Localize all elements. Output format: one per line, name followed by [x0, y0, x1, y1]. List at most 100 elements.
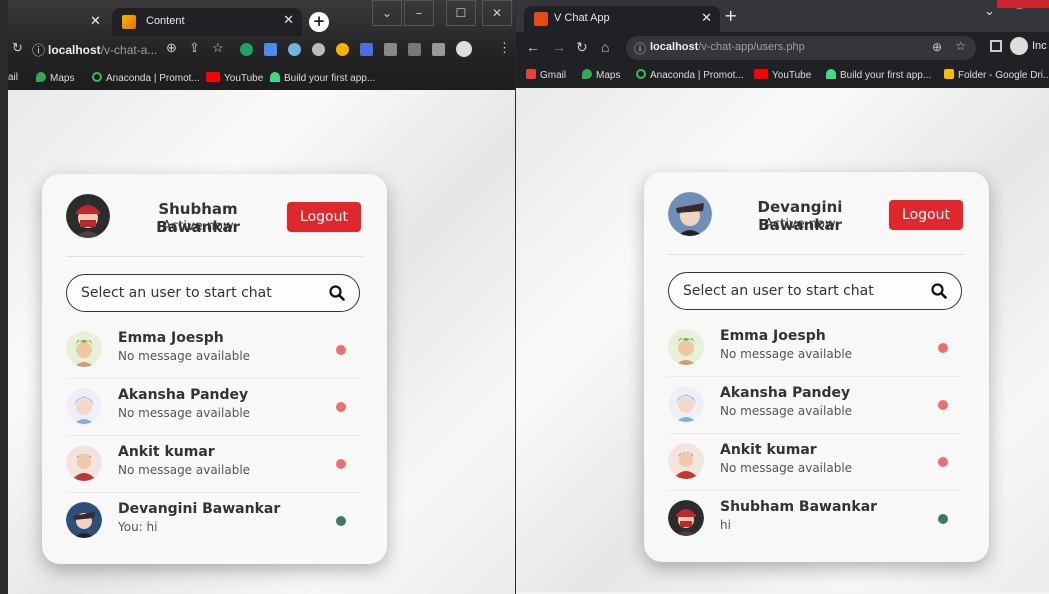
star-icon[interactable]: ☆: [955, 39, 966, 53]
user-name: Devangini Bawankar: [118, 501, 281, 517]
close-window-button[interactable]: [997, 0, 1049, 8]
chevron-down-icon[interactable]: ⌄: [372, 0, 402, 26]
extension-gear-icon[interactable]: [312, 43, 325, 56]
extension-battery-icon[interactable]: [384, 43, 397, 56]
chevron-down-icon[interactable]: ⌄: [984, 4, 995, 19]
status-dot-offline: [938, 343, 948, 353]
profile-label[interactable]: Inc: [1032, 40, 1047, 52]
search-placeholder: Select an user to start chat: [683, 283, 874, 299]
logout-button[interactable]: Logout: [889, 200, 963, 230]
search-bar[interactable]: Select an user to start chat: [66, 274, 360, 312]
search-placeholder: Select an user to start chat: [81, 285, 272, 301]
bookmarks-bar: ail Maps Anaconda | Promot... YouTube Bu…: [8, 68, 515, 88]
home-icon[interactable]: ⌂: [601, 39, 609, 55]
zoom-icon[interactable]: ⊕: [166, 40, 177, 56]
tab-title: V Chat App: [554, 12, 610, 24]
right-browser-window: V Chat App ✕ + ⌄ – ← → ↻ ⌂ ⓘ localhost/v…: [516, 0, 1049, 594]
reload-icon[interactable]: ↻: [576, 39, 588, 56]
tab-favicon-icon: [534, 12, 548, 26]
bookmark-anaconda[interactable]: Anaconda | Promot...: [636, 69, 744, 81]
user-avatar: [668, 443, 704, 479]
status-dot-offline: [336, 459, 346, 469]
status-dot-offline: [938, 457, 948, 467]
info-icon[interactable]: ⓘ: [32, 40, 45, 59]
bookmark-gmail[interactable]: ail: [8, 72, 18, 83]
tab-close-icon[interactable]: ✕: [283, 13, 294, 28]
url-text[interactable]: localhost/v-chat-app/users.php: [650, 41, 805, 53]
star-icon[interactable]: ☆: [212, 40, 224, 56]
current-user-status: Active now: [162, 219, 234, 234]
search-bar[interactable]: Select an user to start chat: [668, 272, 962, 310]
maximize-icon[interactable]: ☐: [446, 0, 476, 26]
user-avatar: [66, 331, 102, 367]
extension-bookmark-icon[interactable]: [360, 43, 373, 56]
share-icon[interactable]: ⇪: [189, 40, 200, 56]
url-text[interactable]: localhost/v-chat-a...: [48, 43, 157, 57]
status-dot-offline: [938, 400, 948, 410]
tab-v-chat-app[interactable]: V Chat App ✕: [524, 6, 720, 32]
gmail-icon: [526, 69, 536, 79]
extension-puzzle-icon[interactable]: [408, 43, 421, 56]
search-icon[interactable]: [329, 285, 345, 301]
bookmark-build-app[interactable]: Build your first app...: [270, 72, 375, 84]
address-bar[interactable]: ↻ ⓘ localhost/v-chat-a... ⊕ ⇪ ☆ ⋮: [8, 38, 515, 64]
user-last-message: No message available: [720, 404, 853, 418]
anaconda-icon: [92, 72, 102, 82]
user-name: Shubham Bawankar: [720, 499, 878, 515]
user-last-message: No message available: [720, 347, 853, 361]
profile-avatar-icon[interactable]: [1010, 37, 1028, 55]
logout-button[interactable]: Logout: [287, 202, 361, 232]
extension-grammarly-icon[interactable]: [240, 43, 253, 56]
user-row-ankit[interactable]: Ankit kumar No message available: [66, 436, 360, 493]
user-name: Akansha Pandey: [720, 385, 851, 401]
profile-avatar-icon[interactable]: [456, 41, 472, 57]
user-last-message: No message available: [720, 461, 853, 475]
user-row-devangini[interactable]: Devangini Bawankar You: hi: [66, 493, 360, 550]
search-icon[interactable]: [931, 283, 947, 299]
close-window-icon[interactable]: ✕: [482, 0, 512, 26]
bookmark-maps[interactable]: Maps: [582, 69, 620, 81]
new-tab-plus-icon[interactable]: +: [724, 6, 737, 25]
user-row-emma[interactable]: Emma Joesph No message available: [668, 320, 962, 377]
bookmark-youtube[interactable]: YouTube: [754, 69, 811, 81]
tab-inactive[interactable]: ✕: [8, 10, 108, 36]
bookmark-gmail[interactable]: Gmail: [526, 69, 566, 81]
more-menu-icon[interactable]: ⋮: [498, 40, 511, 56]
sidebar-icon[interactable]: [432, 43, 445, 56]
extension-translate-icon[interactable]: [264, 43, 277, 56]
anaconda-icon: [636, 69, 646, 79]
back-arrow-icon[interactable]: ←: [526, 39, 540, 55]
bookmark-youtube[interactable]: YouTube: [206, 72, 263, 84]
tab-content[interactable]: Content ✕: [112, 8, 302, 36]
user-row-ankit[interactable]: Ankit kumar No message available: [668, 434, 962, 491]
url-field[interactable]: ⓘ localhost/v-chat-app/users.php ⊕ ☆: [626, 36, 976, 60]
user-row-shubham[interactable]: Shubham Bawankar hi: [668, 491, 962, 548]
zoom-icon[interactable]: ⊕: [932, 40, 942, 54]
reload-icon[interactable]: ↻: [12, 40, 23, 56]
extension-react-icon[interactable]: [288, 43, 301, 56]
user-row-akansha[interactable]: Akansha Pandey No message available: [668, 377, 962, 434]
address-bar[interactable]: ← → ↻ ⌂ ⓘ localhost/v-chat-app/users.php…: [516, 34, 1049, 62]
youtube-icon: [206, 72, 220, 82]
maps-pin-icon: [582, 69, 592, 79]
browser-chrome: ✕ Content ✕ + ⌄ – ☐ ✕ ↻ ⓘ localhost/v-ch…: [8, 0, 515, 90]
tab-title: Content: [146, 15, 185, 27]
android-icon: [270, 72, 280, 82]
bookmark-anaconda[interactable]: Anaconda | Promot...: [92, 72, 200, 84]
sidebar-icon[interactable]: [990, 40, 1002, 52]
new-tab-plus-icon[interactable]: +: [309, 12, 329, 32]
forward-arrow-icon[interactable]: →: [552, 39, 566, 55]
bookmark-build-app[interactable]: Build your first app...: [826, 69, 931, 81]
user-row-akansha[interactable]: Akansha Pandey No message available: [66, 379, 360, 436]
tab-close-icon[interactable]: ✕: [90, 14, 101, 29]
maps-pin-icon: [36, 72, 46, 82]
user-row-emma[interactable]: Emma Joesph No message available: [66, 322, 360, 379]
minimize-icon[interactable]: –: [404, 0, 434, 26]
bookmark-google-drive[interactable]: Folder - Google Dri...: [944, 69, 1049, 81]
current-user-status: Active now: [764, 217, 836, 232]
bookmark-maps[interactable]: Maps: [36, 72, 74, 84]
extension-color-icon[interactable]: [336, 43, 349, 56]
info-icon: ⓘ: [634, 42, 647, 56]
tab-close-icon[interactable]: ✕: [701, 11, 712, 26]
profile-avatar: [66, 194, 110, 238]
